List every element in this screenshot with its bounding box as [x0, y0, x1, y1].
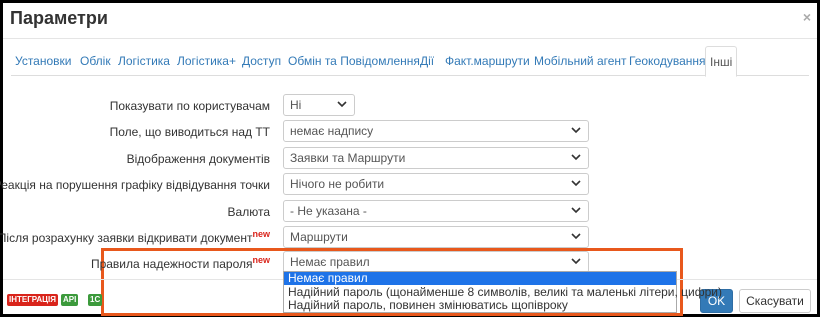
label-currency: Валюта	[227, 205, 270, 219]
password-rules-dropdown: Немає правил Надійний пароль (щонайменше…	[283, 271, 722, 313]
chevron-down-icon	[571, 180, 581, 187]
tab-fact-routes[interactable]: Факт.маршрути	[445, 46, 530, 76]
select-documents-display[interactable]: Заявки та Маршрути	[283, 147, 589, 169]
select-field-above-tt[interactable]: немає надпису	[283, 120, 589, 142]
tab-actions[interactable]: Дії	[420, 46, 434, 76]
api-badge[interactable]: API	[61, 294, 79, 306]
select-value: Ні	[290, 98, 302, 112]
tab-mobile-agent[interactable]: Мобільний агент	[534, 46, 627, 76]
select-after-order-open[interactable]: Маршрути	[283, 226, 589, 248]
integration-badge[interactable]: ІНТЕГРАЦІЯ	[7, 294, 58, 306]
label-text: Правила надежности пароля	[90, 257, 253, 271]
tab-exchange[interactable]: Обмін та Повідомлення	[288, 46, 420, 76]
new-badge: new	[252, 255, 270, 265]
select-currency[interactable]: - Не указана -	[283, 200, 589, 222]
tab-bar: Установки Облік Логістика Логістика+ Дос…	[11, 46, 809, 77]
dropdown-option-rotating-password[interactable]: Надійний пароль, повинен змінюватись щоп…	[284, 299, 676, 312]
select-show-by-users[interactable]: Ні	[283, 94, 355, 116]
tab-accounting[interactable]: Облік	[80, 46, 111, 76]
select-value: Нічого не робити	[290, 177, 385, 191]
label-text: Після розрахунку заявки відкривати докум…	[0, 231, 253, 245]
tab-other[interactable]: Інші	[705, 46, 738, 77]
select-schedule-violation[interactable]: Нічого не робити	[283, 173, 589, 195]
tab-logistics-plus[interactable]: Логістика+	[177, 46, 236, 76]
chevron-down-icon	[571, 154, 581, 161]
dialog-title: Параметри	[10, 8, 108, 28]
tab-geocoding[interactable]: Геокодування	[629, 46, 706, 76]
chevron-down-icon	[571, 233, 581, 240]
label-field-above-tt: Поле, що виводиться над ТТ	[109, 125, 270, 139]
select-value: Маршрути	[290, 230, 348, 244]
select-value: - Не указана -	[290, 204, 367, 218]
label-documents-display: Відображення документів	[126, 152, 270, 166]
dialog-frame: Параметри × Установки Облік Логістика Ло…	[0, 0, 820, 317]
cancel-button[interactable]: Скасувати	[739, 289, 811, 313]
label-show-by-users: Показувати по користувачам	[109, 99, 270, 113]
tab-access[interactable]: Доступ	[242, 46, 281, 76]
label-password-rules: Правила надежности пароляnew	[91, 255, 270, 271]
label-schedule-violation: Реакція на порушення графіку відвідуванн…	[0, 178, 270, 192]
chevron-down-icon	[571, 258, 581, 265]
select-value: Немає правил	[290, 255, 370, 269]
chevron-down-icon	[337, 101, 347, 108]
dropdown-option-no-rules[interactable]: Немає правил	[284, 272, 676, 285]
select-value: Заявки та Маршрути	[290, 151, 406, 165]
chevron-down-icon	[571, 207, 581, 214]
label-after-order-open: Після розрахунку заявки відкривати докум…	[0, 229, 270, 245]
tab-settings[interactable]: Установки	[15, 46, 71, 76]
new-badge: new	[252, 229, 270, 239]
close-icon[interactable]: ×	[803, 9, 811, 25]
select-value: немає надпису	[290, 124, 374, 138]
chevron-down-icon	[571, 127, 581, 134]
tab-logistics[interactable]: Логістика	[118, 46, 170, 76]
dialog-header: Параметри ×	[3, 3, 817, 39]
1c-badge[interactable]: 1С	[88, 294, 103, 306]
select-password-rules[interactable]: Немає правил	[283, 251, 589, 273]
